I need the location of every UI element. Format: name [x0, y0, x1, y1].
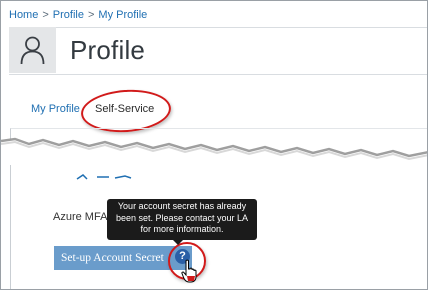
breadcrumb-separator: > [87, 9, 95, 21]
hand-pointer-icon [181, 259, 197, 283]
page-title: Profile [70, 35, 146, 65]
breadcrumb: Home > Profile > My Profile [9, 9, 147, 21]
breadcrumb-profile-link[interactable]: Profile [53, 9, 84, 21]
cropped-heading-fragment [76, 174, 132, 180]
setup-account-secret-button[interactable]: Set-up Account Secret [54, 246, 192, 270]
breadcrumb-home-link[interactable]: Home [9, 9, 38, 21]
tab-self-service[interactable]: Self-Service [95, 103, 154, 115]
user-icon [20, 36, 45, 65]
tooltip: Your account secret has already been set… [107, 199, 257, 240]
azure-mfa-label: Azure MFA [53, 211, 108, 223]
tooltip-line-1: Your account secret has already [117, 201, 247, 211]
tooltip-line-3: for more information. [140, 224, 224, 234]
breadcrumb-my-profile-link[interactable]: My Profile [98, 9, 147, 21]
avatar [9, 27, 56, 73]
torn-edge-divider [1, 137, 427, 165]
tab-my-profile[interactable]: My Profile [31, 103, 80, 115]
breadcrumb-separator: > [42, 9, 49, 21]
tooltip-line-2: been set. Please contact your LA [115, 212, 249, 223]
screenshot-frame: Home > Profile > My Profile Profile My P… [0, 0, 428, 290]
tooltip-arrow [173, 240, 183, 245]
